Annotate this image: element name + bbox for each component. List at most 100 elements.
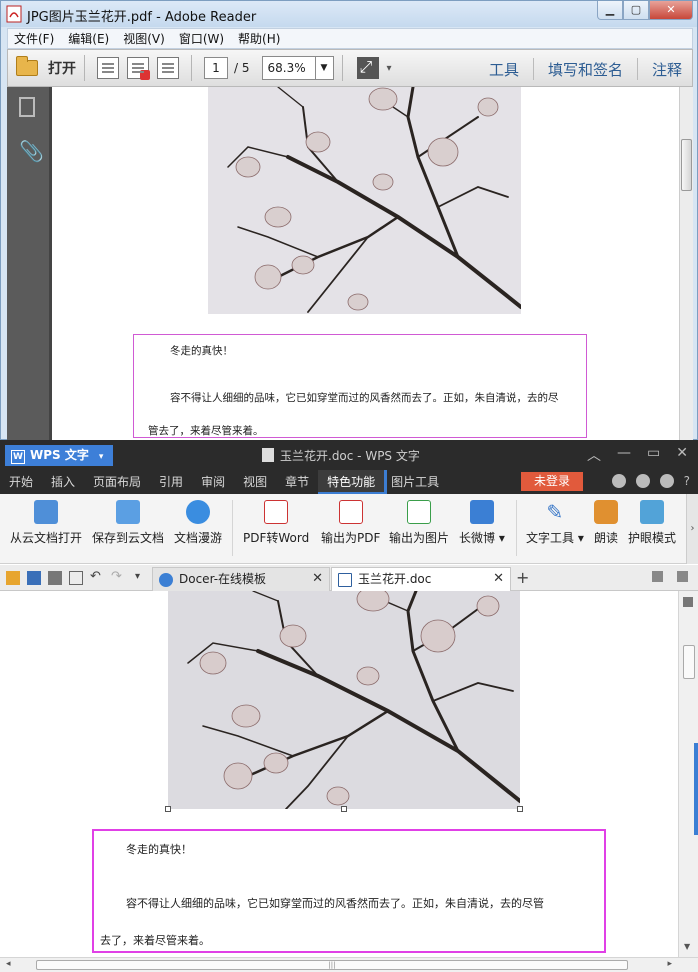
reader-text-box: 冬走的真快！ 容不得让人细细的品味，它已如穿堂而过的风香然而去了。正如，朱自清说… [133,334,587,438]
button-label: 从云文档打开 [10,531,83,545]
ribbon-scroll-right-icon[interactable]: › [686,494,698,564]
menu-help[interactable]: 帮助(H) [238,30,280,47]
tools-button[interactable]: 工具 [489,59,519,80]
scroll-right-icon[interactable]: ▸ [667,959,672,969]
long-weibo-button[interactable]: 长微博 ▾ [459,500,505,546]
menu-file[interactable]: 文件(F) [14,30,54,47]
magnolia-photo[interactable] [168,591,520,809]
tab-document[interactable]: 玉兰花开.doc ✕ [331,567,511,591]
tab-review[interactable]: 审阅 [192,470,234,494]
maximize-button[interactable]: ▢ [623,1,649,20]
close-button[interactable]: ✕ [676,445,688,465]
close-tab-icon[interactable]: ✕ [493,568,504,590]
text-line: 容不得让人细细的品味，它已如穿堂而过的风香然而去了。正如，朱自清说，去的尽管 [126,897,544,910]
menu-view[interactable]: 视图(V) [123,30,165,47]
maximize-button[interactable]: ▭ [647,445,660,465]
open-folder-icon[interactable] [6,571,20,585]
tab-view[interactable]: 视图 [234,470,276,494]
scroll-left-icon[interactable]: ◂ [6,959,11,969]
scroll-down-icon[interactable]: ▼ [684,942,690,951]
read-aloud-icon [594,500,618,524]
tab-list-icon[interactable] [677,571,688,582]
customize-toolbar-icon[interactable]: ▾ [135,571,149,585]
page-up-icon[interactable] [683,597,693,607]
shirt-icon[interactable] [659,474,674,488]
reader-vertical-scrollbar[interactable] [679,87,693,441]
new-tab-icon[interactable]: + [516,568,529,587]
login-button[interactable]: 未登录 [521,472,583,491]
scrollbar-thumb[interactable]: ||| [36,960,628,970]
document-roaming-button[interactable]: 文档漫游 [174,500,222,546]
print-preview-icon[interactable] [69,571,83,585]
pdf-icon [264,500,289,524]
button-label: 保存到云文档 [92,531,165,545]
button-label: 文字工具 ▾ [526,531,584,545]
fullscreen-icon[interactable] [356,57,379,79]
text-line: 冬走的真快！ [126,843,192,856]
redo-icon[interactable]: ↷ [111,570,125,585]
restore-icon[interactable] [652,571,663,582]
tab-picture-tools[interactable]: 图片工具 [384,470,448,494]
eye-protection-button[interactable]: 护眼模式 [628,500,676,546]
close-button[interactable]: ✕ [649,1,693,20]
undo-icon[interactable]: ↶ [90,570,104,585]
save-icon[interactable] [27,571,41,585]
resize-handle[interactable] [165,806,171,812]
open-label: 打开 [48,61,76,77]
wps-text-box[interactable]: 冬走的真快！ 容不得让人细细的品味，它已如穿堂而过的风香然而去了。正如，朱自清说… [92,829,606,953]
resize-handle[interactable] [341,806,347,812]
edit-sign-icon[interactable] [157,57,179,79]
toolbar-divider [341,55,343,81]
attachment-icon[interactable]: 📎 [19,139,44,163]
zoom-select[interactable]: 68.3% ▼ [261,56,334,80]
tab-insert[interactable]: 插入 [42,470,84,494]
tab-section[interactable]: 章节 [276,470,318,494]
tab-page-layout[interactable]: 页面布局 [84,470,150,494]
fill-sign-button[interactable]: 填写和签名 [548,59,623,80]
resize-handle[interactable] [517,806,523,812]
comment-button[interactable]: 注释 [652,59,682,80]
toolbar-overflow-icon[interactable]: ▾ [387,63,392,74]
minimize-button[interactable]: — [617,445,631,465]
toolbar-divider [84,55,85,81]
sync-icon[interactable] [635,474,650,488]
side-panel-tab[interactable] [694,743,698,835]
menu-edit[interactable]: 编辑(E) [68,30,109,47]
magnolia-photo [208,87,521,314]
print-icon[interactable] [48,571,62,585]
open-from-cloud-button[interactable]: 从云文档打开 [10,500,82,546]
button-label: 输出为PDF [321,531,381,545]
wps-app-menu-button[interactable]: W WPS 文字 ▾ [5,445,113,466]
tab-home[interactable]: 开始 [0,470,42,494]
export-pdf-button[interactable]: 输出为PDF [321,500,380,546]
open-button[interactable]: 打开 [16,56,76,78]
text-line: 冬走的真快！ [170,345,233,357]
export-pdf-icon[interactable] [127,57,150,80]
skin-icon[interactable] [611,474,626,488]
page-thumbnails-icon[interactable] [19,97,35,117]
chevron-down-icon[interactable]: ▼ [314,57,333,79]
help-icon[interactable]: ? [684,474,690,488]
save-to-cloud-button[interactable]: 保存到云文档 [92,500,164,546]
wps-logo-icon: W [11,450,25,464]
wps-vertical-scrollbar[interactable]: ▼ [678,591,698,957]
tab-references[interactable]: 引用 [150,470,192,494]
wps-horizontal-scrollbar[interactable]: ◂ ||| ▸ [0,957,698,972]
wps-writer-window: W WPS 文字 ▾ 玉兰花开.doc - WPS 文字 ︿ — ▭ ✕ 开始 插入… [0,440,698,972]
tab-docer-templates[interactable]: Docer-在线模板 ✕ [152,567,330,591]
export-image-button[interactable]: 输出为图片 [389,500,449,546]
page-number-input[interactable]: 1 [204,57,228,79]
scrollbar-thumb[interactable] [681,139,692,191]
pdf-to-word-button[interactable]: PDF转Word [243,500,309,546]
tab-special-features[interactable]: 特色功能 [318,470,385,494]
text-tools-button[interactable]: ✎ 文字工具 ▾ [526,500,584,546]
create-pdf-icon[interactable] [97,57,119,79]
read-aloud-button[interactable]: 朗读 [594,500,618,546]
menu-window[interactable]: 窗口(W) [179,30,224,47]
close-tab-icon[interactable]: ✕ [312,568,323,590]
scrollbar-thumb[interactable] [683,645,695,679]
adobe-reader-window: JPG图片玉兰花开.pdf - Adobe Reader ▁ ▢ ✕ 文件(F)… [0,0,698,441]
collapse-ribbon-icon[interactable]: ︿ [587,445,601,465]
minimize-button[interactable]: ▁ [597,1,623,20]
wps-logo-label: WPS 文字 [30,448,89,462]
